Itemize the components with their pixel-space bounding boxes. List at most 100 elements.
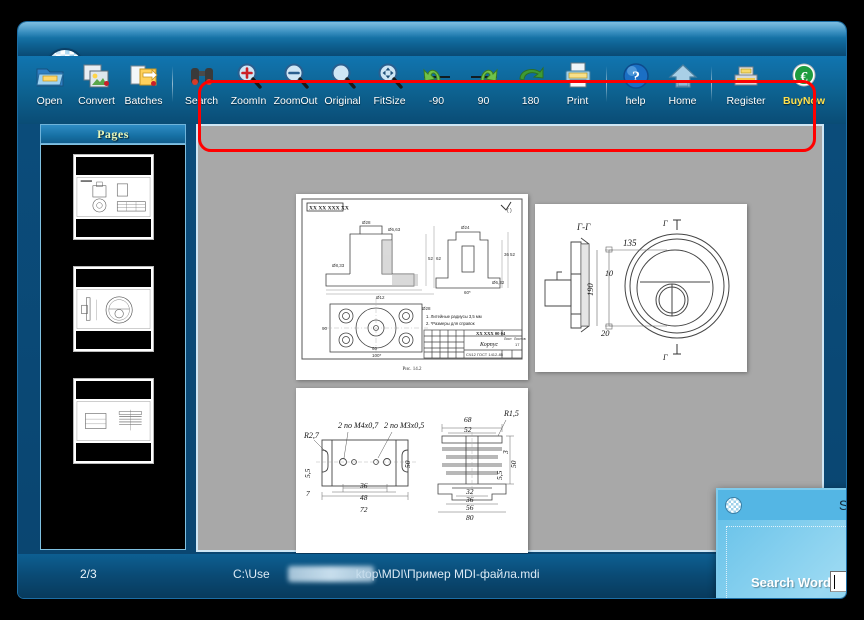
svg-text:50: 50 (403, 460, 412, 468)
content-area: Pages XX XX XXX XX () Ø28 Ø6,63 Ø8,33 5… (18, 124, 846, 598)
toolbar-button-register[interactable]: Register (717, 56, 775, 120)
main-toolbar: Open Convert Batches Search ZoomIn ZoomO… (18, 56, 846, 124)
toolbar-button-buynow[interactable]: € BuyNow (775, 56, 833, 120)
svg-text:72: 72 (360, 505, 368, 514)
page-thumbnail-3[interactable] (73, 379, 153, 463)
search-dialog-body: Search Word: Find Next Cancel (726, 526, 846, 598)
pages-panel-header[interactable]: Pages (40, 124, 186, 144)
svg-text:90: 90 (322, 326, 328, 331)
page-thumbnail-2[interactable] (73, 267, 153, 351)
svg-text:?: ? (632, 69, 640, 86)
toolbar-button-original[interactable]: Original (319, 56, 366, 120)
svg-text:50: 50 (509, 460, 518, 468)
svg-text:5,5: 5,5 (303, 468, 312, 478)
search-word-label: Search Word: (751, 575, 836, 590)
svg-text:52: 52 (428, 256, 434, 261)
svg-text:R1,5: R1,5 (503, 409, 519, 418)
toolbar-button-rotate-right[interactable]: 90 (460, 56, 507, 120)
euro-coin-icon: € (789, 61, 819, 91)
search-dialog[interactable]: Search ✕ Search Word: Find Next Cancel (716, 488, 846, 598)
toolbar-label-search: Search (184, 95, 219, 107)
svg-text:17: 17 (515, 342, 520, 347)
svg-text:52: 52 (510, 252, 516, 257)
svg-text:52: 52 (464, 425, 472, 434)
magnifier-icon (328, 61, 358, 91)
magnifier-fit-icon (375, 61, 405, 91)
svg-text:R2,7: R2,7 (303, 431, 320, 440)
toolbar-button-print[interactable]: Print (554, 56, 601, 120)
question-mark-icon: ? (621, 61, 651, 91)
svg-text:Г: Г (662, 219, 668, 228)
page-thumbnail-1[interactable] (73, 155, 153, 239)
drawing-flange[interactable]: Г-Г 135 10 190 20 Г Г (535, 204, 747, 372)
search-dialog-title: Search (838, 497, 846, 513)
toolbar-button-zoomin[interactable]: ZoomIn (225, 56, 272, 120)
house-icon (667, 61, 698, 91)
thumbnail-list[interactable] (40, 144, 186, 550)
document-viewer[interactable]: XX XX XXX XX ( ) Ø28 Ø6,63 Ø8,33 52 62 Ø… (196, 124, 846, 598)
svg-text:Корпус: Корпус (479, 342, 498, 348)
convert-image-icon (82, 61, 112, 91)
svg-text:2 по M4x0,7: 2 по M4x0,7 (338, 421, 379, 430)
toolbar-label-zoomin: ZoomIn (230, 95, 267, 107)
toolbar-label-fitsize: FitSize (373, 95, 406, 107)
toolbar-button-rotate-180[interactable]: 180 (507, 56, 554, 120)
page-indicator: 2/3 (80, 567, 97, 581)
search-input[interactable] (830, 571, 846, 592)
toolbar-button-help[interactable]: ? help (612, 56, 659, 120)
toolbar-label-open: Open (36, 95, 63, 107)
toolbar-label-rotate-180: 180 (521, 95, 540, 107)
svg-text:€: € (801, 70, 808, 85)
svg-text:Г: Г (662, 353, 668, 362)
svg-text:Ø24: Ø24 (461, 225, 470, 230)
svg-text:XX XX XXX XX: XX XX XXX XX (309, 206, 349, 212)
open-folder-icon (35, 61, 65, 91)
svg-text:48: 48 (360, 493, 368, 502)
svg-text:3: 3 (501, 450, 510, 455)
toolbar-label-convert: Convert (78, 95, 115, 107)
text-caret (834, 574, 835, 589)
svg-text:Ø6,32: Ø6,32 (492, 280, 505, 285)
rotate-180-icon (516, 61, 546, 91)
svg-text:68: 68 (464, 415, 472, 424)
drawing-heatsink[interactable]: R2,7 2 по M4x0,7 2 по M3x0,5 5,5 50 7 36… (296, 388, 528, 553)
toolbar-separator-1 (172, 66, 173, 102)
svg-text:СЧ12 ГОСТ 1412-85: СЧ12 ГОСТ 1412-85 (466, 352, 504, 357)
toolbar-separator-2 (606, 66, 607, 102)
svg-text:Ø6,63: Ø6,63 (388, 227, 401, 232)
toolbar-button-fitsize[interactable]: FitSize (366, 56, 413, 120)
toolbar-label-home: Home (668, 95, 697, 107)
svg-text:60*: 60* (464, 290, 471, 295)
search-dialog-titlebar: Search (718, 490, 846, 520)
toolbar-button-batches[interactable]: Batches (120, 56, 167, 120)
svg-text:1. Литейные радиусы 3,5 мм: 1. Литейные радиусы 3,5 мм (426, 314, 482, 319)
svg-text:Ø12: Ø12 (376, 295, 385, 300)
file-path-redaction (288, 566, 374, 582)
svg-text:56: 56 (466, 503, 474, 512)
svg-text:60: 60 (372, 346, 378, 351)
toolbar-label-original: Original (324, 95, 361, 107)
svg-text:36: 36 (504, 252, 510, 257)
svg-text:135: 135 (623, 238, 637, 248)
magnifier-plus-icon (234, 61, 264, 91)
drawing-housing[interactable]: XX XX XXX XX ( ) Ø28 Ø6,63 Ø8,33 52 62 Ø… (296, 194, 528, 380)
toolbar-label-zoomout: ZoomOut (273, 95, 318, 107)
batches-badge-dot (150, 81, 156, 86)
title-bar-gloss (18, 22, 846, 38)
toolbar-button-open[interactable]: Open (26, 56, 73, 120)
svg-text:( ): ( ) (507, 208, 512, 214)
toolbar-button-search[interactable]: Search (178, 56, 225, 120)
svg-text:7: 7 (306, 489, 310, 498)
svg-text:Г-Г: Г-Г (576, 222, 591, 232)
toolbar-label-help: help (625, 95, 646, 107)
svg-text:62: 62 (436, 256, 442, 261)
toolbar-button-rotate-left[interactable]: -90 (413, 56, 460, 120)
application-window: MDI Converter V4.7 — ❑ ✕ Open (18, 22, 846, 598)
toolbar-button-convert[interactable]: Convert (73, 56, 120, 120)
printer-icon (563, 61, 593, 91)
toolbar-button-zoomout[interactable]: ZoomOut (272, 56, 319, 120)
toolbar-label-buynow: BuyNow (783, 95, 825, 107)
file-path-suffix: ktop\MDI\Пример MDI-файла.mdi (355, 567, 540, 581)
svg-text:36: 36 (359, 481, 368, 490)
toolbar-button-home[interactable]: Home (659, 56, 706, 120)
